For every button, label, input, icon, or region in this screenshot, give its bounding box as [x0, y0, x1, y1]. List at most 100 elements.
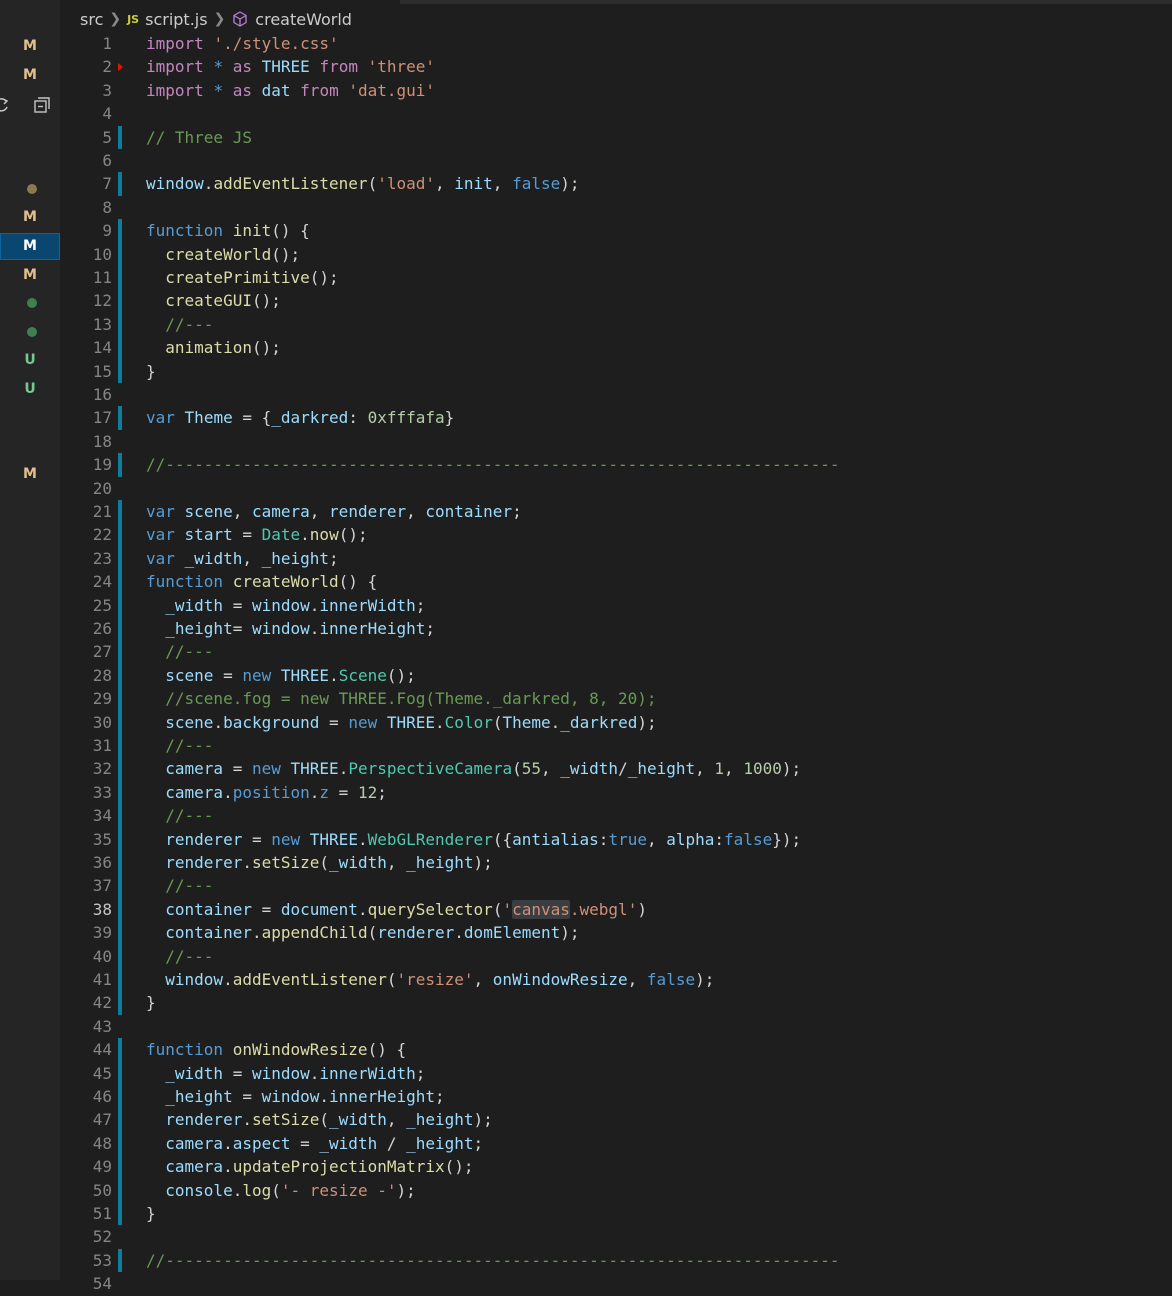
code-line[interactable]: 13 //--- [60, 312, 1172, 337]
git-status-badge[interactable]: M [0, 233, 60, 260]
code-line[interactable]: 16 [60, 383, 1172, 406]
git-status-badge[interactable]: M [0, 33, 60, 60]
deleted-line-indicator[interactable] [118, 63, 123, 72]
code-line[interactable]: 32 camera = new THREE.PerspectiveCamera(… [60, 757, 1172, 781]
modified-line-indicator[interactable] [118, 336, 122, 360]
code-line[interactable]: 44 function onWindowResize() { [60, 1038, 1172, 1062]
git-status-badge[interactable]: U [0, 347, 60, 374]
modified-line-indicator[interactable] [118, 687, 122, 711]
collapse-all-icon[interactable] [32, 95, 52, 115]
code-line[interactable]: 48 camera.aspect = _width / _height; [60, 1131, 1172, 1156]
code-line[interactable]: 17 var Theme = {_darkred: 0xfffafa} [60, 406, 1172, 430]
code-line[interactable]: 34 //--- [60, 804, 1172, 828]
modified-line-indicator[interactable] [118, 312, 122, 337]
git-status-badge[interactable]: M [0, 262, 60, 289]
modified-line-indicator[interactable] [118, 406, 122, 430]
modified-line-indicator[interactable] [118, 1108, 122, 1132]
code-line[interactable]: 47 renderer.setSize(_width, _height); [60, 1108, 1172, 1132]
modified-line-indicator[interactable] [118, 827, 122, 851]
modified-line-indicator[interactable] [118, 453, 122, 477]
code-line[interactable]: 5 // Three JS [60, 125, 1172, 149]
code-line[interactable]: 51} [60, 1202, 1172, 1226]
code-line[interactable]: 42} [60, 991, 1172, 1015]
code-line[interactable]: 24 function createWorld() { [60, 570, 1172, 594]
code-line[interactable]: 27 //--- [60, 640, 1172, 664]
git-status-badge[interactable]: M [0, 461, 60, 488]
code-line[interactable]: 14 animation(); [60, 336, 1172, 360]
modified-line-indicator[interactable] [118, 1131, 122, 1156]
code-line[interactable]: 43 [60, 1015, 1172, 1038]
modified-line-indicator[interactable] [118, 500, 122, 524]
code-line[interactable]: 38 container = document.querySelector('c… [60, 897, 1172, 922]
modified-line-indicator[interactable] [118, 921, 122, 945]
code-line[interactable]: 46 _height = window.innerHeight; [60, 1085, 1172, 1109]
modified-line-indicator[interactable] [118, 874, 122, 898]
code-line[interactable]: 30 scene.background = new THREE.Color(Th… [60, 710, 1172, 734]
modified-line-indicator[interactable] [118, 617, 122, 641]
code-line[interactable]: 12 createGUI(); [60, 289, 1172, 313]
code-line[interactable]: 33 camera.position.z = 12; [60, 780, 1172, 805]
breadcrumb-folder[interactable]: src [80, 10, 103, 29]
modified-line-indicator[interactable] [118, 1038, 122, 1062]
git-status-badge[interactable]: U [0, 376, 60, 403]
modified-line-indicator[interactable] [118, 710, 122, 734]
code-line[interactable]: 37 //--- [60, 874, 1172, 898]
code-line[interactable]: 22 var start = Date.now(); [60, 523, 1172, 547]
code-line[interactable]: 11 createPrimitive(); [60, 266, 1172, 290]
code-line[interactable]: 25 _width = window.innerWidth; [60, 593, 1172, 617]
git-status-badge[interactable]: M [0, 62, 60, 89]
modified-line-indicator[interactable] [118, 780, 122, 805]
modified-line-indicator[interactable] [118, 570, 122, 594]
code-line[interactable]: 2 import * as THREE from 'three' [60, 55, 1172, 78]
modified-line-indicator[interactable] [118, 1155, 122, 1179]
code-line[interactable]: 6 [60, 149, 1172, 172]
code-line[interactable]: 3 import * as dat from 'dat.gui' [60, 79, 1172, 102]
code-line[interactable]: 39 container.appendChild(renderer.domEle… [60, 921, 1172, 945]
modified-line-indicator[interactable] [118, 897, 122, 922]
breadcrumb-file[interactable]: script.js [145, 10, 207, 29]
code-line[interactable]: 19 //------------------------------------… [60, 453, 1172, 477]
code-line[interactable]: 31 //--- [60, 734, 1172, 758]
modified-line-indicator[interactable] [118, 266, 122, 290]
modified-line-indicator[interactable] [118, 523, 122, 547]
modified-line-indicator[interactable] [118, 242, 122, 266]
code-line[interactable]: 21 var scene, camera, renderer, container… [60, 500, 1172, 524]
modified-line-indicator[interactable] [118, 125, 122, 149]
code-line[interactable]: 10 createWorld(); [60, 242, 1172, 266]
modified-line-indicator[interactable] [118, 546, 122, 571]
modified-line-indicator[interactable] [118, 757, 122, 781]
code-line[interactable]: 52 [60, 1225, 1172, 1248]
modified-line-indicator[interactable] [118, 804, 122, 828]
git-status-badge[interactable]: M [0, 204, 60, 231]
code-line[interactable]: 54 [60, 1272, 1172, 1295]
code-line[interactable]: 41 window.addEventListener('resize', onW… [60, 968, 1172, 992]
modified-line-indicator[interactable] [118, 219, 122, 243]
modified-line-indicator[interactable] [118, 968, 122, 992]
modified-line-indicator[interactable] [118, 1202, 122, 1226]
modified-line-indicator[interactable] [118, 172, 122, 196]
modified-line-indicator[interactable] [118, 1178, 122, 1202]
code-line[interactable]: 15} [60, 359, 1172, 383]
modified-line-indicator[interactable] [118, 734, 122, 758]
code-line[interactable]: 45 _width = window.innerWidth; [60, 1061, 1172, 1085]
code-editor[interactable]: src ❯ JS script.js ❯ createWorld 1 import… [60, 0, 1172, 1293]
modified-line-indicator[interactable] [118, 1061, 122, 1085]
modified-line-indicator[interactable] [118, 359, 122, 383]
modified-line-indicator[interactable] [118, 991, 122, 1015]
modified-line-indicator[interactable] [118, 1085, 122, 1109]
code-line[interactable]: 29 //scene.fog = new THREE.Fog(Theme._da… [60, 687, 1172, 711]
refresh-icon[interactable] [0, 95, 12, 115]
modified-line-indicator[interactable] [118, 944, 122, 968]
code-line[interactable]: 40 //--- [60, 944, 1172, 968]
modified-line-indicator[interactable] [118, 640, 122, 664]
breadcrumb-symbol[interactable]: createWorld [255, 10, 352, 29]
code-line[interactable]: 49 camera.updateProjectionMatrix(); [60, 1155, 1172, 1179]
modified-line-indicator[interactable] [118, 593, 122, 617]
modified-line-indicator[interactable] [118, 289, 122, 313]
code-line[interactable]: 26 _height= window.innerHeight; [60, 617, 1172, 641]
modified-line-indicator[interactable] [118, 1248, 122, 1273]
code-line[interactable]: 20 [60, 477, 1172, 500]
code-line[interactable]: 35 renderer = new THREE.WebGLRenderer({a… [60, 827, 1172, 851]
modified-line-indicator[interactable] [118, 663, 122, 688]
code-line[interactable]: 4 [60, 102, 1172, 125]
